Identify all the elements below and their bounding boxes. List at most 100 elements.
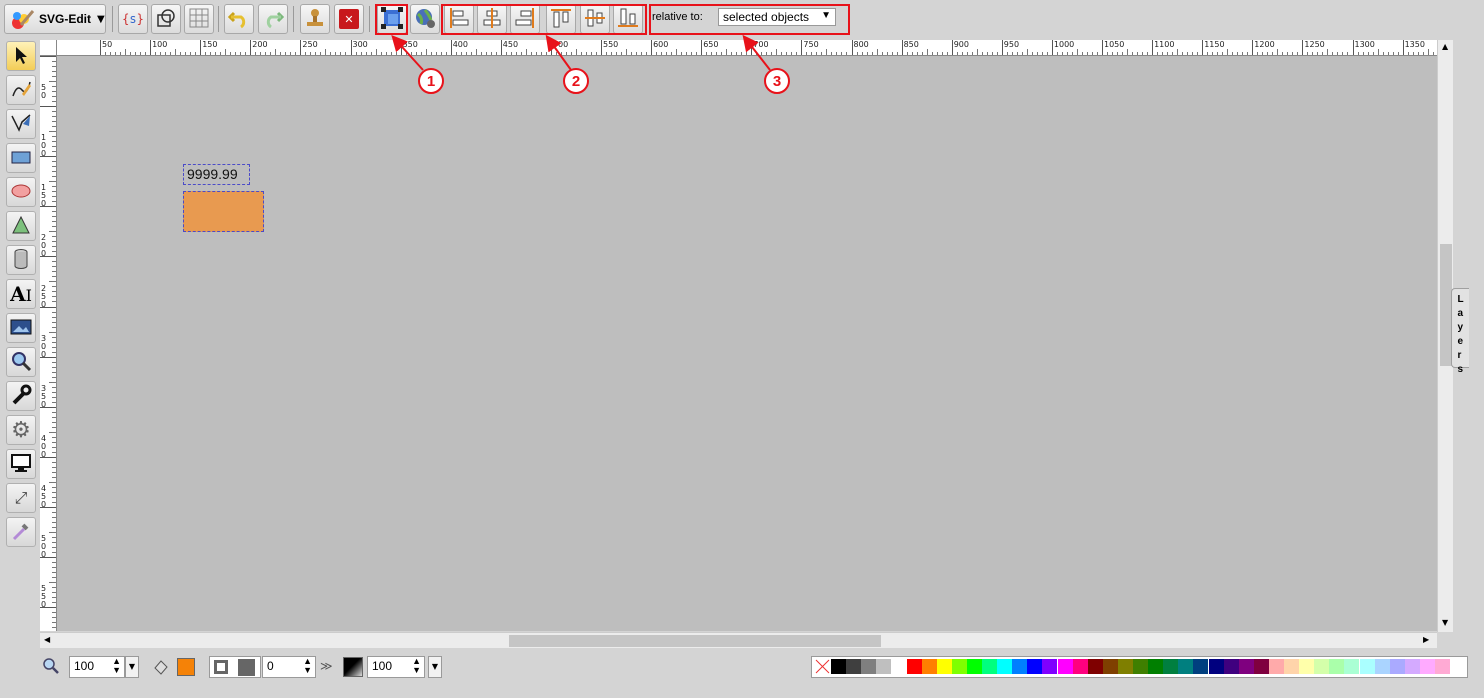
palette-swatch[interactable] (1148, 659, 1164, 674)
horizontal-scrollbar[interactable]: ◀ ▶ (40, 632, 1437, 648)
palette-swatch[interactable] (1389, 659, 1405, 674)
rectangle-tool[interactable] (6, 143, 36, 173)
more-options-icon[interactable]: ≫ (320, 659, 333, 673)
palette-swatch[interactable] (1133, 659, 1148, 674)
palette-swatch[interactable] (951, 659, 967, 674)
fit-to-screen-tool[interactable]: ⤢ (6, 483, 36, 513)
palette-swatch[interactable] (1027, 659, 1043, 674)
edit-tool[interactable] (6, 381, 36, 411)
settings-tool[interactable]: ⚙ (6, 415, 36, 445)
canvas-rectangle[interactable] (183, 191, 264, 232)
palette-swatch[interactable] (1178, 659, 1194, 674)
palette-swatch[interactable] (1299, 659, 1315, 674)
palette-swatch[interactable] (1344, 659, 1360, 674)
palette-swatch[interactable] (846, 659, 862, 674)
palette-swatch[interactable] (891, 659, 907, 674)
palette-swatch[interactable] (1102, 659, 1118, 674)
wireframe-button[interactable] (151, 4, 181, 34)
palette-swatch[interactable] (1117, 659, 1133, 674)
chevron-down-icon: ▼ (97, 13, 105, 25)
palette-swatch[interactable] (1374, 659, 1390, 674)
palette-swatch[interactable] (1404, 659, 1420, 674)
horizontal-scrollbar-thumb[interactable] (509, 635, 881, 647)
palette-swatch[interactable] (1253, 659, 1269, 674)
palette-swatch[interactable] (982, 659, 997, 674)
ellipse-icon (10, 180, 32, 205)
zoom-input[interactable]: 100 ▲ ▼ (69, 656, 125, 678)
ruler-minor-tick (1127, 49, 1129, 55)
link-button[interactable] (410, 4, 440, 34)
palette-swatch[interactable] (1193, 659, 1209, 674)
no-color-swatch[interactable] (815, 659, 830, 674)
ruler-minor-tick (49, 381, 56, 383)
main-menu-button[interactable]: SVG-Edit ▼ (4, 4, 106, 34)
ruler-major-tick (550, 40, 552, 55)
palette-swatch[interactable] (906, 659, 922, 674)
zoom-dropdown[interactable]: ▼ (125, 656, 139, 678)
palette-swatch[interactable] (1163, 659, 1179, 674)
palette-swatch[interactable] (1087, 659, 1103, 674)
palette-swatch[interactable] (1072, 659, 1088, 674)
redo-button[interactable] (258, 4, 288, 34)
ruler-major-tick (1402, 40, 1404, 55)
palette-swatch[interactable] (1042, 659, 1058, 674)
ruler-major-tick (1252, 40, 1254, 55)
ruler-label: 850 (903, 40, 919, 49)
image-tool[interactable] (6, 313, 36, 343)
pencil-tool[interactable] (6, 75, 36, 105)
text-tool[interactable]: AI (6, 279, 36, 309)
scroll-left-icon[interactable]: ◀ (44, 635, 50, 644)
scroll-up-icon[interactable]: ▲ (1442, 42, 1448, 51)
palette-swatch[interactable] (1012, 659, 1028, 674)
callout-1: 1 (418, 68, 444, 94)
stamp-icon (304, 7, 326, 32)
ruler-label: 50 (41, 83, 47, 101)
palette-swatch[interactable] (1284, 659, 1299, 674)
canvas-text-element[interactable]: 9999.99 (183, 164, 250, 185)
fill-color-swatch[interactable] (177, 658, 195, 676)
palette-swatch[interactable] (997, 659, 1013, 674)
palette-swatch[interactable] (1268, 659, 1284, 674)
palette-swatch[interactable] (1238, 659, 1254, 674)
stroke-width-input[interactable]: 0 ▲ ▼ (262, 656, 316, 678)
opacity-dropdown[interactable]: ▼ (428, 656, 442, 678)
delete-button[interactable]: ✕ (334, 4, 364, 34)
source-button[interactable]: {s} (118, 4, 148, 34)
palette-swatch[interactable] (1208, 659, 1224, 674)
shape-tool[interactable] (6, 211, 36, 241)
stroke-width-value: 0 (267, 659, 274, 673)
grid-button[interactable] (184, 4, 214, 34)
undo-button[interactable] (224, 4, 254, 34)
palette-swatch[interactable] (1314, 659, 1330, 674)
palette-swatch[interactable] (1435, 659, 1450, 674)
zoom-tool[interactable] (6, 347, 36, 377)
ruler-minor-tick (49, 431, 56, 433)
palette-swatch[interactable] (966, 659, 982, 674)
palette-swatch[interactable] (921, 659, 937, 674)
opacity-input[interactable]: 100 ▲ ▼ (367, 656, 425, 678)
ruler-label: 1250 (1304, 40, 1325, 49)
layers-panel-tab[interactable]: Layers (1451, 288, 1469, 375)
ellipse-tool[interactable] (6, 177, 36, 207)
pen-tool[interactable] (6, 109, 36, 139)
stroke-color-swatch[interactable] (238, 659, 255, 676)
scroll-down-icon[interactable]: ▼ (1442, 618, 1448, 627)
palette-swatch[interactable] (1359, 659, 1375, 674)
preview-tool[interactable] (6, 449, 36, 479)
clone-button[interactable] (300, 4, 330, 34)
palette-swatch[interactable] (876, 659, 892, 674)
palette-swatch[interactable] (1223, 659, 1239, 674)
scroll-right-icon[interactable]: ▶ (1423, 635, 1429, 644)
ruler-label: 450 (41, 483, 47, 509)
palette-swatch[interactable] (831, 659, 846, 674)
palette-swatch[interactable] (1057, 659, 1073, 674)
palette-swatch[interactable] (1329, 659, 1345, 674)
eyedropper-tool[interactable] (6, 517, 36, 547)
cylinder-tool[interactable] (6, 245, 36, 275)
ruler-major-tick (200, 40, 202, 55)
canvas-area[interactable]: 9999.99 (57, 56, 1437, 631)
palette-swatch[interactable] (1419, 659, 1435, 674)
palette-swatch[interactable] (936, 659, 952, 674)
palette-swatch[interactable] (861, 659, 877, 674)
select-tool[interactable] (6, 41, 36, 71)
